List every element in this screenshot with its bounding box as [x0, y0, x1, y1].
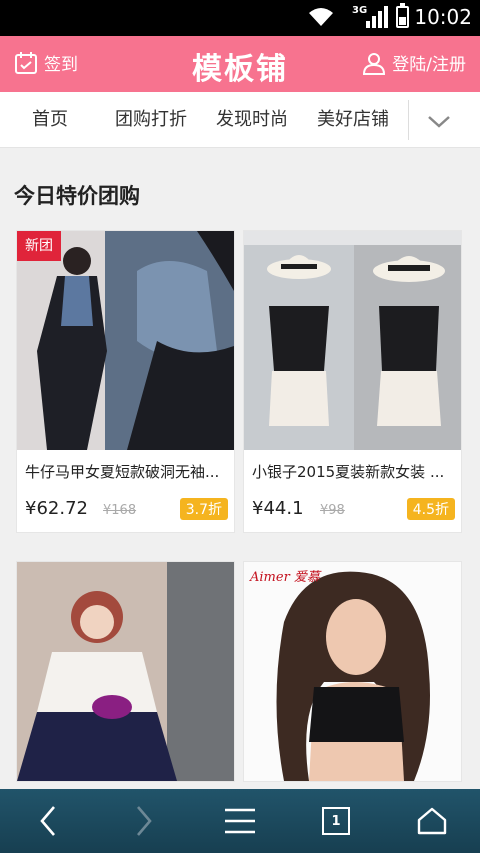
nav-item-good-shops[interactable]: 美好店铺	[317, 92, 389, 148]
product-image[interactable]: Aimer 爱慕	[244, 562, 461, 781]
product-card[interactable]: Aimer 爱慕	[243, 561, 462, 782]
discount-badge: 4.5折	[406, 498, 455, 520]
product-image[interactable]	[244, 231, 461, 450]
user-icon	[363, 52, 386, 75]
browser-bottom-bar: 1	[0, 789, 480, 853]
wifi-icon	[309, 8, 333, 26]
brand-logo-text: Aimer 爱慕	[250, 570, 320, 585]
section-title: 今日特价团购	[14, 184, 140, 208]
back-button[interactable]	[24, 789, 72, 853]
product-price: ¥62.72	[25, 498, 88, 519]
category-nav: 首页 团购打折 发现时尚 美好店铺	[0, 92, 480, 148]
status-bar: 3G 10:02	[0, 0, 480, 36]
home-icon	[417, 807, 447, 835]
menu-icon	[225, 808, 255, 834]
chevron-down-icon[interactable]	[426, 108, 452, 134]
product-name[interactable]: 牛仔马甲女夏短款破洞无袖...	[17, 452, 234, 492]
tabs-icon: 1	[322, 807, 350, 835]
login-register-label: 登陆/注册	[392, 55, 466, 75]
signal-icon	[366, 6, 388, 28]
product-original-price: ¥98	[320, 503, 345, 518]
new-group-tag: 新团	[17, 231, 61, 261]
nav-item-group-discount[interactable]: 团购打折	[115, 92, 187, 148]
nav-item-home[interactable]: 首页	[32, 92, 68, 148]
forward-button[interactable]	[120, 789, 168, 853]
clock: 10:02	[414, 5, 472, 29]
product-image[interactable]: 新团	[17, 231, 234, 450]
product-name[interactable]: 小银子2015夏装新款女装 ...	[244, 452, 461, 492]
product-card[interactable]	[16, 561, 235, 782]
product-original-price: ¥168	[103, 503, 137, 518]
tabs-button[interactable]: 1	[310, 789, 362, 853]
product-price: ¥44.1	[252, 498, 304, 519]
product-card[interactable]: 新团 牛仔马甲女夏短款破洞无袖... ¥62.72 ¥168 3.7折	[16, 230, 235, 533]
product-image[interactable]	[17, 562, 234, 781]
product-card[interactable]: 小银子2015夏装新款女装 ... ¥44.1 ¥98 4.5折	[243, 230, 462, 533]
home-button[interactable]	[406, 789, 458, 853]
login-register-button[interactable]: 登陆/注册	[362, 50, 466, 75]
nav-item-discover-fashion[interactable]: 发现时尚	[216, 92, 288, 148]
chevron-left-icon	[40, 806, 55, 836]
app-header: 签到 模板铺 登陆/注册	[0, 36, 480, 98]
chevron-right-icon	[137, 806, 152, 836]
discount-badge: 3.7折	[179, 498, 228, 520]
battery-icon	[396, 3, 409, 28]
menu-button[interactable]	[214, 789, 266, 853]
nav-divider	[408, 100, 409, 140]
network-type: 3G	[352, 5, 368, 16]
tab-count: 1	[331, 813, 341, 829]
